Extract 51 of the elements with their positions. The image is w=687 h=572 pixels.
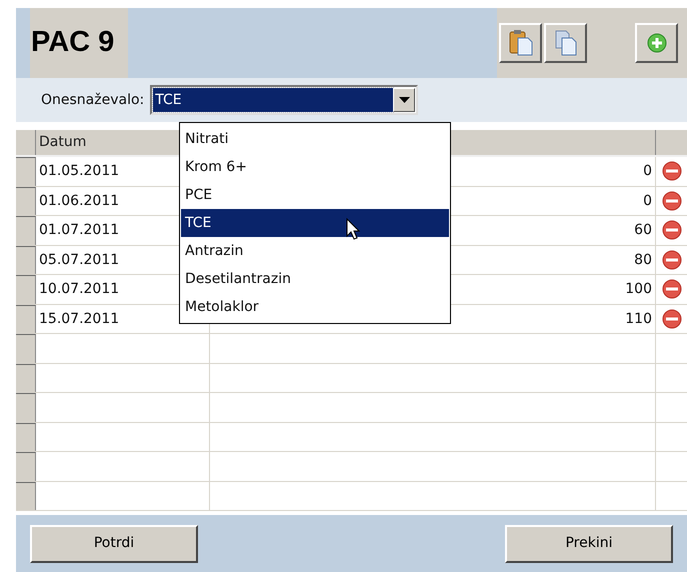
value-cell: 100 (625, 281, 652, 297)
window-title: PAC 9 (30, 25, 114, 60)
delete-row-button[interactable] (660, 248, 682, 271)
row-header[interactable] (16, 364, 36, 392)
dropdown-option[interactable]: TCE (181, 209, 449, 237)
add-button[interactable] (635, 23, 678, 63)
row-header[interactable] (16, 393, 36, 422)
delete-row-button[interactable] (660, 190, 682, 212)
paste-button[interactable] (499, 23, 542, 63)
add-icon (646, 32, 668, 54)
clipboard-icon (508, 29, 534, 57)
row-header[interactable] (16, 482, 36, 510)
copy-icon (552, 29, 578, 57)
cancel-button[interactable]: Prekini (505, 524, 673, 562)
row-header[interactable] (16, 452, 36, 480)
value-cell: 80 (634, 252, 652, 268)
row-header[interactable] (16, 275, 36, 304)
row-header[interactable] (16, 157, 36, 186)
confirm-button[interactable]: Potrdi (30, 524, 198, 562)
dropdown-arrow-icon (398, 97, 410, 103)
delete-row-button[interactable] (660, 308, 682, 330)
dropdown-option[interactable]: PCE (181, 181, 449, 209)
dropdown-option[interactable]: Antrazin (181, 237, 449, 265)
dropdown-option[interactable]: Krom 6+ (181, 153, 449, 181)
date-cell: 01.07.2011 (39, 222, 120, 238)
column-header: Datum (39, 134, 86, 150)
value-cell: 0 (643, 163, 652, 179)
value-cell: 60 (634, 222, 652, 238)
value-cell: 0 (643, 192, 652, 208)
filter-label: Onesnaževalo: (41, 90, 144, 110)
dropdown-option[interactable]: Metolaklor (181, 293, 449, 321)
date-cell: 01.05.2011 (39, 163, 120, 179)
delete-row-button[interactable] (660, 219, 682, 242)
value-cell: 110 (625, 310, 652, 326)
row-header[interactable] (16, 422, 36, 451)
date-cell: 01.06.2011 (39, 192, 120, 208)
copy-button[interactable] (544, 23, 587, 63)
row-header[interactable] (16, 334, 36, 362)
row-header[interactable] (16, 304, 36, 333)
pointer-icon (346, 218, 360, 240)
dropdown-option[interactable]: Desetilantrazin (181, 265, 449, 293)
date-cell: 10.07.2011 (39, 281, 120, 297)
delete-row-button[interactable] (660, 160, 682, 182)
row-header[interactable] (16, 246, 36, 274)
row-header[interactable] (16, 216, 36, 244)
date-cell: 15.07.2011 (39, 310, 120, 326)
dropdown-option[interactable]: Nitrati (181, 125, 449, 153)
row-header[interactable] (16, 186, 36, 215)
date-cell: 05.07.2011 (39, 252, 120, 268)
delete-row-button[interactable] (660, 278, 682, 300)
pollutant-dropdown[interactable]: TCE (150, 85, 418, 115)
